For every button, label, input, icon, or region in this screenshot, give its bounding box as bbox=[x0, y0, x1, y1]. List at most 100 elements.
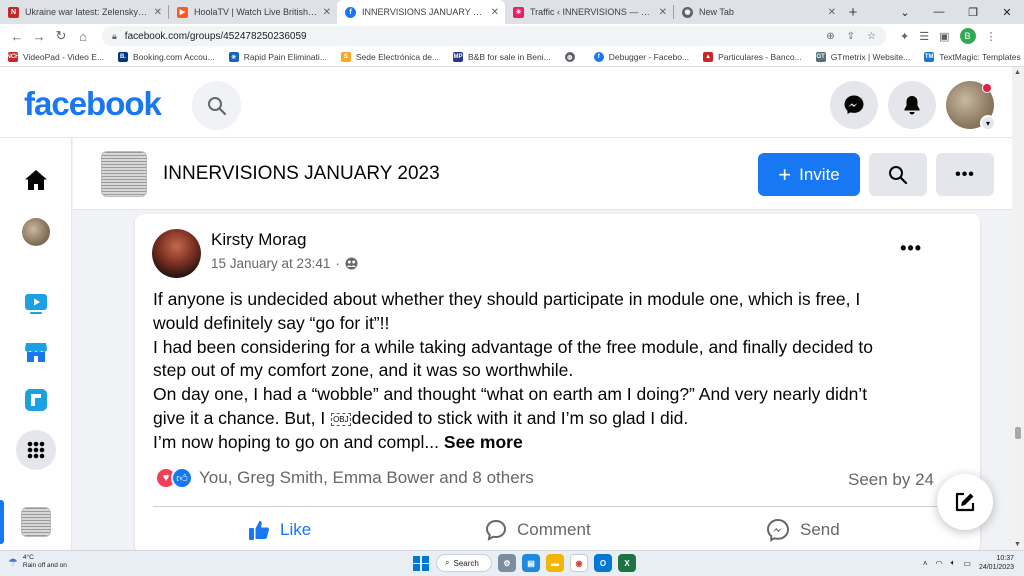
browser-tab[interactable]: ◉ New Tab ✕ bbox=[674, 0, 842, 24]
messenger-button[interactable] bbox=[830, 81, 878, 129]
facebook-icon: f bbox=[345, 6, 356, 18]
clock[interactable]: 10:37 24/01/2023 bbox=[979, 554, 1014, 572]
facebook-icon: f bbox=[593, 52, 604, 62]
account-avatar[interactable]: ▾ bbox=[946, 81, 996, 131]
excel-icon[interactable]: X bbox=[618, 554, 636, 572]
bookmark-item[interactable]: MP B&B for sale in Beni... bbox=[453, 52, 551, 62]
window-close-icon[interactable]: ✕ bbox=[990, 0, 1024, 24]
back-arrow-icon[interactable]: ← bbox=[6, 25, 28, 47]
scroll-down-icon[interactable]: ▼ bbox=[1014, 541, 1021, 548]
notifications-button[interactable] bbox=[888, 81, 936, 129]
settings-app-icon[interactable]: ⚙ bbox=[498, 554, 516, 572]
bookmark-item[interactable]: ◍ bbox=[564, 52, 580, 62]
close-icon[interactable]: ✕ bbox=[828, 7, 836, 18]
comment-icon bbox=[485, 519, 507, 541]
forward-arrow-icon[interactable]: → bbox=[28, 25, 50, 47]
volume-icon[interactable]: 🔈︎ bbox=[951, 558, 956, 568]
post-line: I’m now hoping to go on and compl... See… bbox=[153, 431, 943, 455]
close-icon[interactable]: ✕ bbox=[659, 7, 667, 18]
close-icon[interactable]: ✕ bbox=[323, 7, 331, 18]
globe-icon: ◍ bbox=[564, 52, 575, 62]
invite-button[interactable]: + Invite bbox=[758, 153, 860, 196]
restore-icon[interactable]: ❐ bbox=[956, 0, 990, 24]
all-shortcuts-button[interactable] bbox=[16, 430, 56, 470]
bell-icon bbox=[904, 96, 920, 115]
bookmark-item[interactable]: ▲ Particulares - Banco... bbox=[703, 52, 802, 62]
bookmark-item[interactable]: B. Booking.com Accou... bbox=[117, 52, 215, 62]
group-title[interactable]: INNERVISIONS JANUARY 2023 bbox=[163, 163, 440, 185]
marketplace-button[interactable] bbox=[16, 332, 56, 372]
close-icon[interactable]: ✕ bbox=[154, 7, 162, 18]
post-options-button[interactable]: ••• bbox=[900, 238, 922, 259]
weather-widget[interactable]: ☂ 4°C Rain off and on bbox=[8, 554, 67, 570]
browser-tab[interactable]: N Ukraine war latest: Zelenskyy 'to ✕ bbox=[0, 0, 168, 24]
profile-avatar[interactable]: B bbox=[959, 28, 976, 44]
groups-button[interactable] bbox=[16, 380, 56, 420]
windows-start-icon[interactable] bbox=[412, 554, 430, 572]
home-button[interactable] bbox=[16, 160, 56, 200]
nch-icon: NCH bbox=[6, 52, 20, 62]
group-thumbnail[interactable] bbox=[101, 151, 147, 197]
bookmark-item[interactable]: S Sede Electrónica de... bbox=[340, 52, 439, 62]
marketplace-icon bbox=[25, 343, 47, 362]
bookmark-item[interactable]: GT GTmetrix | Website... bbox=[815, 52, 910, 62]
scrollbar-thumb[interactable] bbox=[1015, 427, 1021, 439]
group-more-button[interactable]: ••• bbox=[936, 153, 994, 196]
browser-tab[interactable]: ▶ HoolaTV | Watch Live British TV & ✕ bbox=[169, 0, 337, 24]
side-panel-icon[interactable]: ▣ bbox=[939, 30, 949, 43]
taskbar-search[interactable]: ⌕ Search bbox=[436, 554, 492, 572]
search-button[interactable] bbox=[192, 81, 241, 130]
comment-button[interactable]: Comment bbox=[485, 515, 591, 545]
author-avatar[interactable] bbox=[152, 229, 201, 278]
reading-list-icon[interactable]: ☰ bbox=[919, 30, 929, 43]
reload-icon[interactable]: ↻ bbox=[50, 25, 72, 47]
page-scrollbar[interactable]: ▲ ▼ bbox=[1012, 67, 1024, 550]
lock-icon[interactable]: 🔒︎ bbox=[112, 31, 117, 42]
chrome-icon[interactable]: ◉ bbox=[570, 554, 588, 572]
send-button[interactable]: Send bbox=[766, 515, 840, 545]
seen-by-count[interactable]: Seen by 24 bbox=[848, 470, 934, 490]
tab-search-icon[interactable]: ⌄ bbox=[888, 0, 922, 24]
home-icon[interactable]: ⌂ bbox=[72, 25, 94, 47]
bookmark-label: Booking.com Accou... bbox=[132, 52, 215, 62]
group-shortcut[interactable] bbox=[16, 502, 56, 542]
new-tab-button[interactable]: + bbox=[842, 0, 864, 24]
bookmark-item[interactable]: f Debugger - Facebo... bbox=[593, 52, 689, 62]
watch-button[interactable] bbox=[16, 284, 56, 324]
zoom-icon[interactable]: ⊕ bbox=[826, 31, 834, 42]
folder-icon[interactable]: ▬ bbox=[546, 554, 564, 572]
post-timestamp[interactable]: 15 January at 23:41 bbox=[211, 256, 330, 271]
post-line-segment: decided to stick with it and I’m so glad… bbox=[351, 407, 689, 428]
browser-tab-active[interactable]: f INNERVISIONS JANUARY 2023 | F ✕ bbox=[337, 0, 505, 24]
outlook-icon[interactable]: O bbox=[594, 554, 612, 572]
browser-menu-icon[interactable]: ⋮ bbox=[986, 30, 997, 43]
profile-shortcut[interactable] bbox=[16, 212, 56, 252]
close-icon[interactable]: ✕ bbox=[491, 7, 499, 18]
chevron-up-icon[interactable]: ˄ bbox=[923, 559, 928, 568]
bookmark-item[interactable]: NCH VideoPad - Video E... bbox=[6, 52, 104, 62]
bookmark-label: Rapid Pain Eliminati... bbox=[243, 52, 327, 62]
bookmark-item[interactable]: TM TextMagic: Templates bbox=[924, 52, 1021, 62]
extensions-icon[interactable]: ✦ bbox=[900, 30, 909, 43]
bookmark-star-icon[interactable]: ☆ bbox=[867, 31, 876, 42]
address-bar[interactable]: 🔒︎ facebook.com/groups/452478250236059 ⊕… bbox=[102, 26, 886, 46]
post-author[interactable]: Kirsty Morag bbox=[211, 230, 306, 250]
group-search-button[interactable] bbox=[869, 153, 927, 196]
reactions-summary[interactable]: ♥ 👍︎ You, Greg Smith, Emma Bower and 8 o… bbox=[155, 467, 534, 489]
bookmark-label: VideoPad - Video E... bbox=[23, 52, 104, 62]
chevron-down-icon[interactable]: ▾ bbox=[980, 115, 996, 131]
minimize-icon[interactable]: — bbox=[922, 0, 956, 24]
see-more-link[interactable]: See more bbox=[444, 432, 523, 452]
new-message-button[interactable] bbox=[937, 474, 993, 530]
bank-icon: ▲ bbox=[703, 52, 714, 62]
share-icon[interactable]: ⇪ bbox=[847, 31, 855, 42]
scroll-up-icon[interactable]: ▲ bbox=[1014, 69, 1021, 76]
wifi-icon[interactable]: ◠ bbox=[936, 559, 943, 568]
chrome-icon: ◉ bbox=[682, 6, 693, 18]
browser-tab[interactable]: ✳ Traffic ‹ INNERVISIONS — WordP ✕ bbox=[505, 0, 673, 24]
bookmark-item[interactable]: ✳ Rapid Pain Eliminati... bbox=[228, 52, 327, 62]
file-explorer-icon[interactable]: ▤ bbox=[522, 554, 540, 572]
facebook-logo[interactable]: facebook bbox=[24, 85, 162, 123]
battery-icon[interactable]: ▭ bbox=[963, 559, 971, 568]
like-button[interactable]: Like bbox=[248, 515, 311, 545]
